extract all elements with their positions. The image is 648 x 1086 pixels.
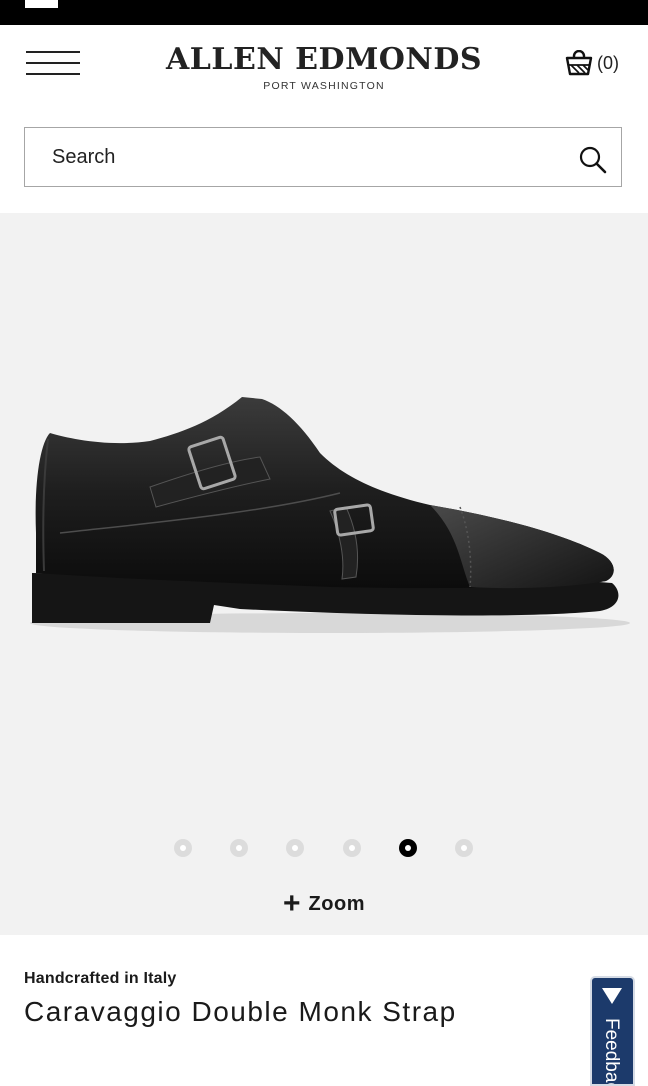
status-bar-tab bbox=[25, 0, 58, 8]
brand-subtitle: PORT WASHINGTON bbox=[263, 80, 385, 92]
carousel-dot-5-active[interactable] bbox=[399, 839, 417, 857]
cart-button[interactable]: (0) bbox=[565, 49, 619, 77]
brand-name: ALLEN EDMONDS bbox=[165, 42, 483, 77]
feedback-tab[interactable]: Feedback bbox=[590, 976, 635, 1086]
search-icon[interactable] bbox=[579, 146, 607, 174]
carousel-dot-6[interactable] bbox=[455, 839, 473, 857]
feedback-label: Feedback bbox=[601, 1018, 622, 1086]
triangle-down-icon bbox=[602, 988, 622, 1004]
carousel-dot-3[interactable] bbox=[286, 839, 304, 857]
zoom-label: Zoom bbox=[308, 893, 365, 915]
carousel-dot-4[interactable] bbox=[343, 839, 361, 857]
carousel-dot-1[interactable] bbox=[174, 839, 192, 857]
menu-button[interactable] bbox=[26, 49, 81, 79]
status-bar bbox=[0, 0, 648, 25]
product-title: Caravaggio Double Monk Strap bbox=[24, 996, 457, 1027]
cart-count: (0) bbox=[597, 53, 619, 73]
plus-icon: + bbox=[283, 887, 301, 920]
carousel-dots bbox=[0, 839, 648, 859]
shopping-bag-icon bbox=[565, 50, 593, 76]
zoom-button[interactable]: + Zoom bbox=[0, 889, 648, 919]
carousel-dot-2[interactable] bbox=[230, 839, 248, 857]
brand-logo[interactable]: ALLEN EDMONDS PORT WASHINGTON bbox=[162, 42, 486, 93]
product-image bbox=[30, 397, 630, 633]
product-origin: Handcrafted in Italy bbox=[24, 970, 177, 987]
search-input[interactable] bbox=[50, 136, 534, 178]
product-gallery[interactable]: + Zoom bbox=[0, 213, 648, 935]
search-bar bbox=[24, 127, 622, 187]
site-header: ALLEN EDMONDS PORT WASHINGTON (0) bbox=[0, 25, 648, 110]
